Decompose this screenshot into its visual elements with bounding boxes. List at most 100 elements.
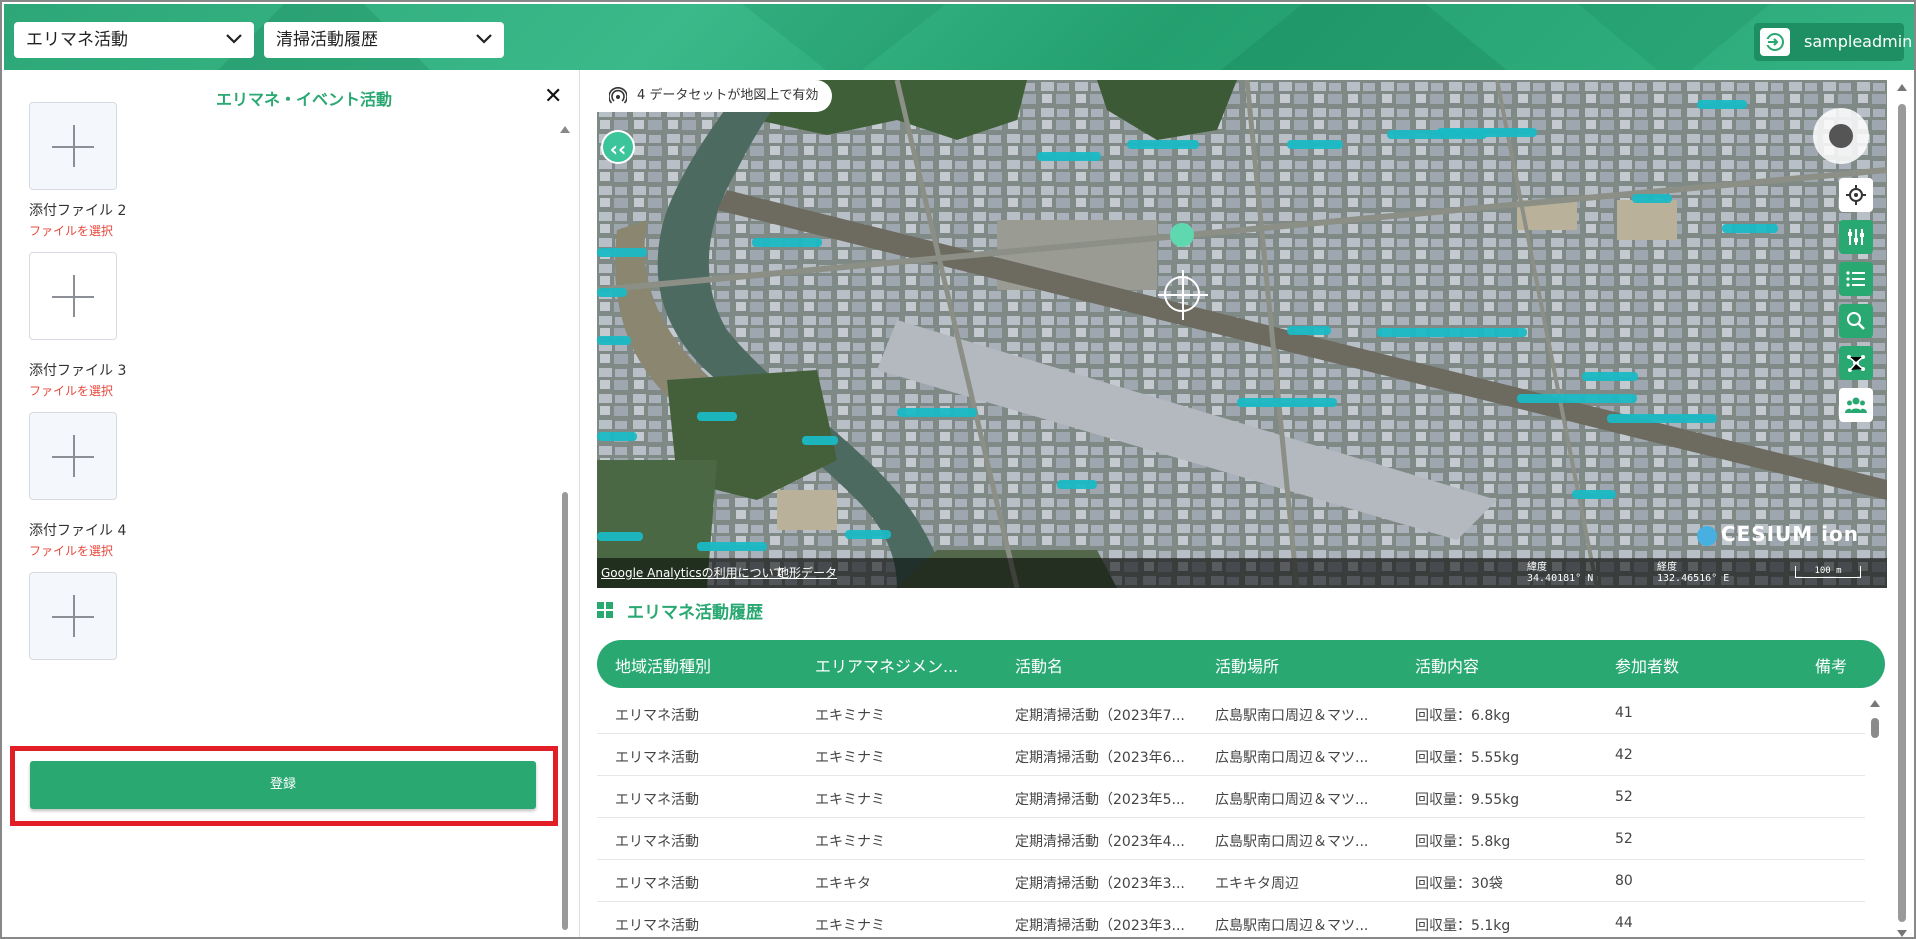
map-tag[interactable]: [1127, 140, 1199, 149]
analytics-link[interactable]: Google Analyticsの利用について: [601, 564, 785, 581]
panel-scrollbar[interactable]: [559, 120, 571, 935]
table-cell: 52: [1615, 831, 1633, 847]
cesium-logo: CESIUM ion: [1696, 522, 1859, 546]
users-button[interactable]: [1839, 388, 1873, 422]
attachment-label: 添付ファイル 3: [29, 363, 127, 379]
scroll-up-icon[interactable]: [560, 126, 570, 133]
map-tag[interactable]: [1437, 128, 1537, 137]
table-cell: 41: [1615, 705, 1633, 721]
close-icon[interactable]: ✕: [544, 84, 562, 109]
map-tag[interactable]: [1377, 328, 1527, 337]
view-select-value: 清掃活動履歴: [276, 30, 378, 50]
table-row[interactable]: エリマネ活動 エキミナミ 定期清掃活動（2023年6... 広島駅南口周辺＆マツ...…: [597, 734, 1865, 776]
user-account-button[interactable]: sampleadmin: [1754, 23, 1912, 61]
column-header[interactable]: 活動内容: [1415, 653, 1479, 677]
register-button[interactable]: 登録: [30, 761, 536, 809]
table-cell: エキキタ周辺: [1215, 876, 1299, 892]
map-tag[interactable]: [597, 532, 643, 541]
sliders-icon: [1848, 229, 1864, 245]
choose-file-link[interactable]: ファイルを選択: [29, 542, 126, 559]
page-scrollbar[interactable]: [1896, 80, 1908, 937]
map-tag[interactable]: [597, 336, 631, 345]
table-cell: 広島駅南口周辺＆マツ...: [1215, 792, 1369, 808]
table-cell: エリマネ活動: [615, 876, 699, 892]
map-tag[interactable]: [1057, 480, 1097, 489]
activity-form-panel: エリマネ・イベント活動 ✕ 添付ファイル 2 ファイルを選択 添付ファイル 3 …: [4, 70, 577, 937]
map-tag[interactable]: [597, 248, 647, 257]
users-icon: [1845, 397, 1867, 413]
layer-settings-button[interactable]: [1839, 220, 1873, 254]
map-tag[interactable]: [1722, 224, 1778, 233]
table-cell: エリマネ活動: [615, 792, 699, 808]
map-tag[interactable]: [802, 436, 838, 445]
map-tag[interactable]: [1632, 194, 1672, 203]
scroll-up-icon[interactable]: [1870, 700, 1880, 707]
attachment-3-dropzone[interactable]: [29, 412, 117, 500]
attachment-label: 添付ファイル 4: [29, 523, 127, 539]
view-select[interactable]: 清掃活動履歴: [264, 22, 504, 58]
table-cell: 42: [1615, 747, 1633, 763]
map-tag[interactable]: [897, 408, 977, 417]
collapse-panel-button[interactable]: ‹‹: [601, 130, 635, 164]
dataset-status-pill[interactable]: 4 データセットが地図上で有効: [597, 80, 833, 112]
scrollbar-thumb[interactable]: [562, 492, 568, 930]
history-table-header: 地域活動種別 エリアマネジメン... 活動名 活動場所 活動内容 参加者数 備考: [597, 640, 1885, 688]
center-crosshair: [1158, 270, 1208, 320]
map-tag[interactable]: [1697, 100, 1747, 109]
table-row[interactable]: エリマネ活動 エキミナミ 定期清掃活動（2023年3... 広島駅南口周辺＆マツ...…: [597, 902, 1865, 937]
attachment-2-dropzone[interactable]: [29, 252, 117, 340]
map-tag[interactable]: [845, 530, 891, 539]
locate-button[interactable]: [1839, 178, 1873, 212]
scroll-up-icon[interactable]: [1897, 84, 1907, 91]
table-scrollbar[interactable]: [1869, 698, 1881, 937]
table-cell: 回収量：5.1kg: [1415, 918, 1511, 934]
map-tag[interactable]: [1572, 490, 1616, 499]
choose-file-link[interactable]: ファイルを選択: [29, 222, 126, 239]
map-tag[interactable]: [597, 432, 637, 441]
broadcast-icon: [609, 87, 627, 104]
terrain-data-link[interactable]: 地形データ: [777, 564, 837, 581]
attachment-1-dropzone[interactable]: [29, 102, 117, 190]
table-row[interactable]: エリマネ活動 エキミナミ 定期清掃活動（2023年4... 広島駅南口周辺＆マツ...…: [597, 818, 1865, 860]
chevron-down-icon: [226, 34, 242, 44]
map-tag[interactable]: [1582, 372, 1638, 381]
map-tag[interactable]: [1287, 140, 1343, 149]
map-tag[interactable]: [1037, 152, 1101, 161]
column-header[interactable]: 参加者数: [1615, 653, 1679, 677]
network-button[interactable]: [1839, 346, 1873, 380]
search-button[interactable]: [1839, 304, 1873, 338]
table-cell: 回収量：5.55kg: [1415, 750, 1520, 766]
map-tag[interactable]: [697, 542, 767, 551]
column-header[interactable]: 地域活動種別: [615, 653, 711, 677]
table-row[interactable]: エリマネ活動 エキキタ 定期清掃活動（2023年3... エキキタ周辺 回収量：30袋 8…: [597, 860, 1865, 902]
table-row[interactable]: エリマネ活動 エキミナミ 定期清掃活動（2023年5... 広島駅南口周辺＆マツ...…: [597, 776, 1865, 818]
map-tag[interactable]: [752, 238, 822, 247]
compass-control[interactable]: [1813, 108, 1869, 164]
table-cell: 広島駅南口周辺＆マツ...: [1215, 918, 1369, 934]
network-icon: [1847, 355, 1865, 372]
attachment-4-dropzone[interactable]: [29, 572, 117, 660]
map-tag[interactable]: [1237, 398, 1337, 407]
scrollbar-thumb[interactable]: [1898, 104, 1906, 922]
column-header[interactable]: 活動場所: [1215, 653, 1279, 677]
choose-file-link[interactable]: ファイルを選択: [29, 382, 126, 399]
attachment-label: 添付ファイル 2: [29, 203, 127, 219]
column-header[interactable]: 備考: [1815, 653, 1847, 677]
column-header[interactable]: 活動名: [1015, 653, 1063, 677]
scroll-down-icon[interactable]: [1897, 930, 1907, 937]
table-cell: エキミナミ: [815, 834, 885, 850]
map-tag[interactable]: [697, 412, 737, 421]
map-tag[interactable]: [1607, 414, 1717, 423]
map-tag[interactable]: [1287, 326, 1331, 335]
chevron-down-icon: [476, 34, 492, 44]
list-button[interactable]: [1839, 262, 1873, 296]
map-tag[interactable]: [597, 288, 627, 297]
map-tag[interactable]: [1517, 394, 1637, 403]
column-header[interactable]: エリアマネジメン...: [815, 653, 958, 677]
table-cell: 回収量：30袋: [1415, 876, 1503, 892]
table-row[interactable]: エリマネ活動 エキミナミ 定期清掃活動（2023年7... 広島駅南口周辺＆マツ...…: [597, 692, 1865, 734]
3d-map-viewer[interactable]: 4 データセットが地図上で有効 ‹‹ CESIUM ion Google Ana…: [597, 80, 1887, 588]
category-select[interactable]: エリマネ活動: [14, 22, 254, 58]
scrollbar-thumb[interactable]: [1871, 718, 1879, 738]
app-window: エリマネ活動 清掃活動履歴 sampleadmin エリマネ・イベント活動 ✕ …: [0, 0, 1916, 939]
